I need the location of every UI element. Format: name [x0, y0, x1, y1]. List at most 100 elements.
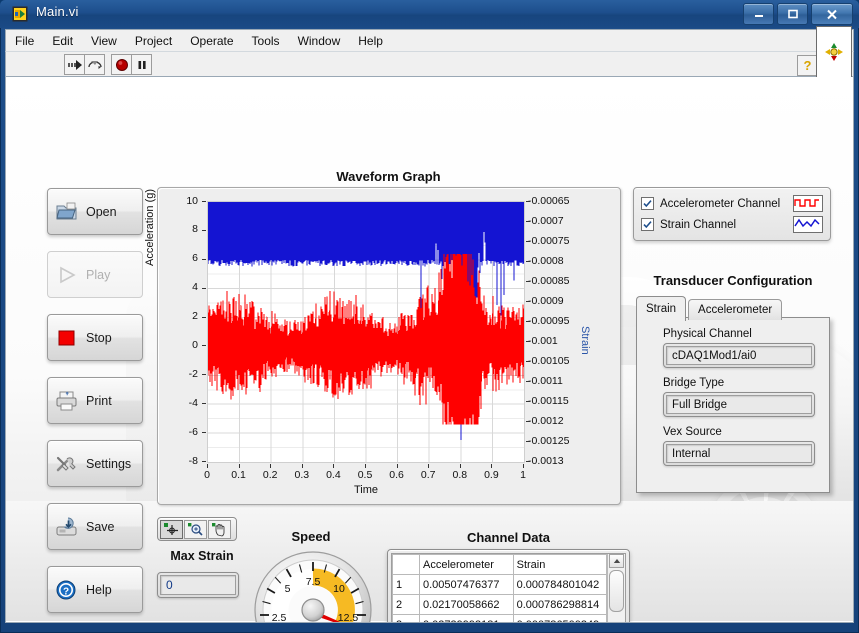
front-panel-canvas: Open Play Stop [5, 77, 854, 623]
scrollbar-thumb[interactable] [609, 570, 624, 612]
menu-item-tools[interactable]: Tools [243, 32, 289, 50]
y-tick-mark [202, 374, 206, 375]
y2-tick-label: -0.00115 [528, 395, 588, 407]
pause-icon[interactable] [131, 54, 152, 75]
x-tick-mark [397, 464, 398, 468]
help-button[interactable]: ? Help [47, 566, 143, 613]
cell-accelerometer[interactable]: 0.02739993181 [420, 615, 514, 624]
y2-tick-mark [526, 241, 530, 242]
table-row[interactable]: 1 0.00507476377 0.000784801042 [393, 575, 607, 595]
table-vertical-scrollbar[interactable] [607, 554, 625, 623]
physical-channel-field[interactable]: cDAQ1Mod1/ai0 [663, 343, 815, 368]
vex-source-field[interactable]: Internal [663, 441, 815, 466]
y2-tick-mark [526, 401, 530, 402]
stop-button[interactable]: Stop [47, 314, 143, 361]
cell-accelerometer[interactable]: 0.00507476377 [420, 575, 514, 595]
play-button[interactable]: Play [47, 251, 143, 298]
cell-strain[interactable]: 0.000784801042 [513, 575, 607, 595]
menu-item-edit[interactable]: Edit [43, 32, 82, 50]
y-tick-label: 4 [158, 281, 198, 293]
bridge-type-field[interactable]: Full Bridge [663, 392, 815, 417]
abort-stop-icon[interactable] [111, 54, 132, 75]
y-tick-mark [202, 288, 206, 289]
vi-toolbar: ? [5, 51, 854, 77]
max-strain-indicator[interactable]: 0 [157, 572, 239, 598]
minimize-icon[interactable] [743, 3, 774, 25]
save-button[interactable]: Save [47, 503, 143, 550]
channel-data-table[interactable]: Accelerometer Strain 1 0.00507476377 0.0… [387, 549, 630, 623]
row-index: 3 [393, 615, 420, 624]
x-tick-label: 0.4 [318, 469, 348, 481]
y2-tick-label: -0.00065 [528, 195, 588, 207]
legend-label-strain: Strain Channel [660, 219, 793, 231]
print-button[interactable]: Print [47, 377, 143, 424]
speed-gauge[interactable]: 7.5 5 10 2.5 12.5 0 15 [252, 549, 374, 623]
x-axis-label: Time [207, 484, 525, 496]
legend-row-accelerometer[interactable]: Accelerometer Channel [641, 193, 823, 214]
y-tick-label: 0 [158, 339, 198, 351]
waveform-graph[interactable]: 10 8 6 4 2 0 -2 -4 -6 -8 Acceleration (g… [157, 187, 621, 505]
play-button-label: Play [86, 268, 110, 282]
max-strain-label: Max Strain [159, 549, 245, 563]
y2-tick-mark [526, 281, 530, 282]
tab-strain[interactable]: Strain [636, 296, 686, 321]
plot-legend[interactable]: Accelerometer Channel Strain Channel [633, 187, 831, 241]
y-tick-mark [202, 317, 206, 318]
cursor-crosshair-icon[interactable] [160, 520, 183, 539]
toolbar-button-group [64, 54, 152, 75]
square-wave-red-icon[interactable] [793, 195, 823, 212]
y2-tick-label: -0.0013 [528, 455, 588, 467]
accelerometer-channel-checkbox[interactable] [641, 197, 654, 210]
table-row[interactable]: 3 0.02739993181 0.000786500349 [393, 615, 607, 624]
y2-tick-label: -0.0007 [528, 215, 588, 227]
strain-channel-checkbox[interactable] [641, 218, 654, 231]
physical-channel-label: Physical Channel [663, 328, 817, 340]
y-axis-label: Acceleration (g) [144, 189, 156, 266]
cell-strain[interactable]: 0.000786298814 [513, 595, 607, 615]
menu-item-file[interactable]: File [6, 32, 43, 50]
legend-label-accelerometer: Accelerometer Channel [660, 198, 793, 210]
menu-item-project[interactable]: Project [126, 32, 181, 50]
gauge-tick-125: 12.5 [338, 612, 359, 623]
y-tick-label: 8 [158, 223, 198, 235]
menu-item-window[interactable]: Window [289, 32, 350, 50]
y-tick-mark [202, 259, 206, 260]
context-help-icon[interactable]: ? [797, 55, 818, 76]
pan-hand-icon[interactable] [208, 520, 231, 539]
y2-tick-mark [526, 341, 530, 342]
menu-item-operate[interactable]: Operate [181, 32, 242, 50]
zoom-magnifier-icon[interactable] [184, 520, 207, 539]
x-tick-label: 0.6 [382, 469, 412, 481]
cell-accelerometer[interactable]: 0.02170058662 [420, 595, 514, 615]
legend-row-strain[interactable]: Strain Channel [641, 214, 823, 235]
y-tick-mark [202, 201, 206, 202]
menu-item-help[interactable]: Help [349, 32, 392, 50]
table-row[interactable]: 2 0.02170058662 0.000786298814 [393, 595, 607, 615]
scroll-up-arrow-icon[interactable] [609, 554, 624, 568]
y-tick-label: 6 [158, 252, 198, 264]
run-arrow-icon[interactable] [64, 54, 85, 75]
x-tick-label: 0.1 [224, 469, 254, 481]
cell-strain[interactable]: 0.000786500349 [513, 615, 607, 624]
bridge-type-value: Full Bridge [666, 395, 812, 414]
gauge-tick-10: 10 [333, 583, 345, 595]
gauge-tick-25: 2.5 [272, 612, 287, 623]
x-tick-label: 0.9 [476, 469, 506, 481]
tab-accelerometer[interactable]: Accelerometer [688, 299, 782, 320]
maximize-icon[interactable] [777, 3, 808, 25]
menu-bar: File Edit View Project Operate Tools Win… [5, 29, 854, 51]
stop-button-label: Stop [86, 331, 112, 345]
table-header-strain: Strain [513, 555, 607, 575]
menu-item-view[interactable]: View [82, 32, 126, 50]
x-tick-mark [491, 464, 492, 468]
run-continuously-icon[interactable] [84, 54, 105, 75]
sine-wave-blue-icon[interactable] [793, 216, 823, 233]
navigation-diamond-icon[interactable] [816, 26, 852, 78]
plot-area[interactable] [207, 201, 525, 463]
row-index: 1 [393, 575, 420, 595]
action-button-rail: Open Play Stop [47, 188, 143, 623]
settings-button[interactable]: Settings [47, 440, 143, 487]
open-button[interactable]: Open [47, 188, 143, 235]
transducer-config-title: Transducer Configuration [628, 273, 838, 288]
close-icon[interactable] [811, 3, 853, 25]
